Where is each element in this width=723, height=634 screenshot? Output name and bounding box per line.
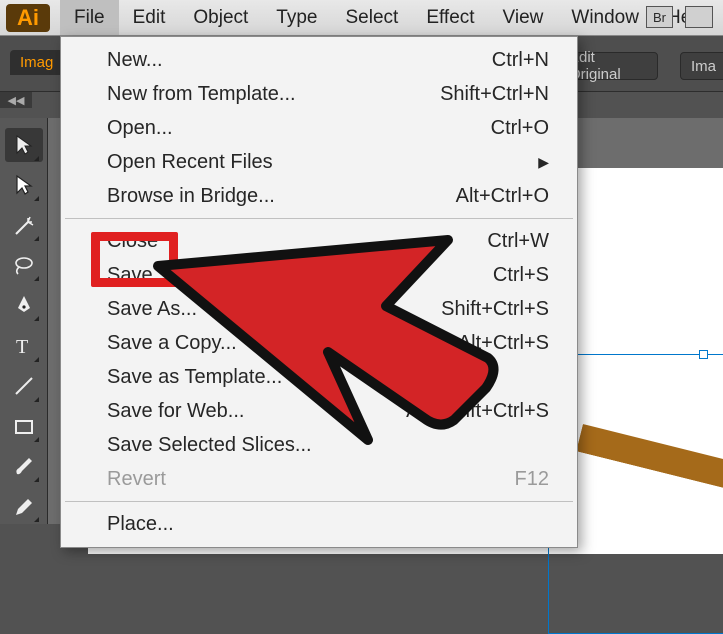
lasso-tool[interactable] <box>5 249 43 283</box>
menu-type[interactable]: Type <box>262 0 331 35</box>
menu-item-browse-in-bridge[interactable]: Browse in Bridge... Alt+Ctrl+O <box>61 179 577 213</box>
selection-tool[interactable] <box>5 128 43 162</box>
rectangle-tool[interactable] <box>5 409 43 443</box>
menu-item-label: Revert <box>107 468 166 491</box>
menu-item-label: Open... <box>107 117 173 140</box>
menu-item-label: Place... <box>107 513 174 536</box>
menu-window[interactable]: Window <box>557 0 653 35</box>
menu-item-shortcut: Ctrl+O <box>491 117 549 140</box>
menu-file[interactable]: File <box>60 0 119 35</box>
pen-tool[interactable] <box>5 289 43 323</box>
menu-item-label: New... <box>107 49 163 72</box>
image-trace-button[interactable]: Ima <box>680 52 723 80</box>
menu-item-shortcut: Ctrl+N <box>492 49 549 72</box>
svg-text:T: T <box>16 336 28 358</box>
toolbar-extra-box[interactable] <box>685 6 713 28</box>
type-tool[interactable]: T <box>5 329 43 363</box>
direct-selection-tool[interactable] <box>5 168 43 202</box>
menu-item-place[interactable]: Place... <box>61 507 577 541</box>
menu-item-new[interactable]: New... Ctrl+N <box>61 43 577 77</box>
collapse-panel-chevrons[interactable]: ◀◀ <box>0 92 32 108</box>
paintbrush-tool[interactable] <box>5 450 43 484</box>
menu-item-open-recent-files[interactable]: Open Recent Files ▶ <box>61 145 577 179</box>
menu-view[interactable]: View <box>489 0 558 35</box>
menu-edit[interactable]: Edit <box>119 0 180 35</box>
menubar: Ai Br FileEditObjectTypeSelectEffectView… <box>0 0 723 36</box>
magic-wand-tool[interactable] <box>5 208 43 242</box>
menu-item-label: New from Template... <box>107 83 296 106</box>
menu-item-label: Browse in Bridge... <box>107 185 275 208</box>
menu-item-shortcut: F12 <box>515 468 549 491</box>
app-logo-ai: Ai <box>6 4 50 32</box>
pencil-tool[interactable] <box>5 490 43 524</box>
menu-separator <box>65 501 573 502</box>
submenu-arrow-icon: ▶ <box>538 154 549 171</box>
menu-item-open[interactable]: Open... Ctrl+O <box>61 111 577 145</box>
line-segment-tool[interactable] <box>5 369 43 403</box>
tools-panel: T <box>0 118 48 524</box>
menu-item-shortcut: Alt+Ctrl+O <box>456 185 549 208</box>
selection-handle[interactable] <box>699 350 708 359</box>
menu-select[interactable]: Select <box>332 0 413 35</box>
menu-item-new-from-template[interactable]: New from Template... Shift+Ctrl+N <box>61 77 577 111</box>
menu-item-shortcut: Shift+Ctrl+N <box>440 83 549 106</box>
menu-item-label: Open Recent Files <box>107 151 273 174</box>
menu-item-revert: Revert F12 <box>61 462 577 496</box>
menu-object[interactable]: Object <box>179 0 262 35</box>
annotation-cursor-arrow-icon <box>148 210 508 460</box>
bridge-badge[interactable]: Br <box>646 6 673 28</box>
menu-effect[interactable]: Effect <box>412 0 488 35</box>
